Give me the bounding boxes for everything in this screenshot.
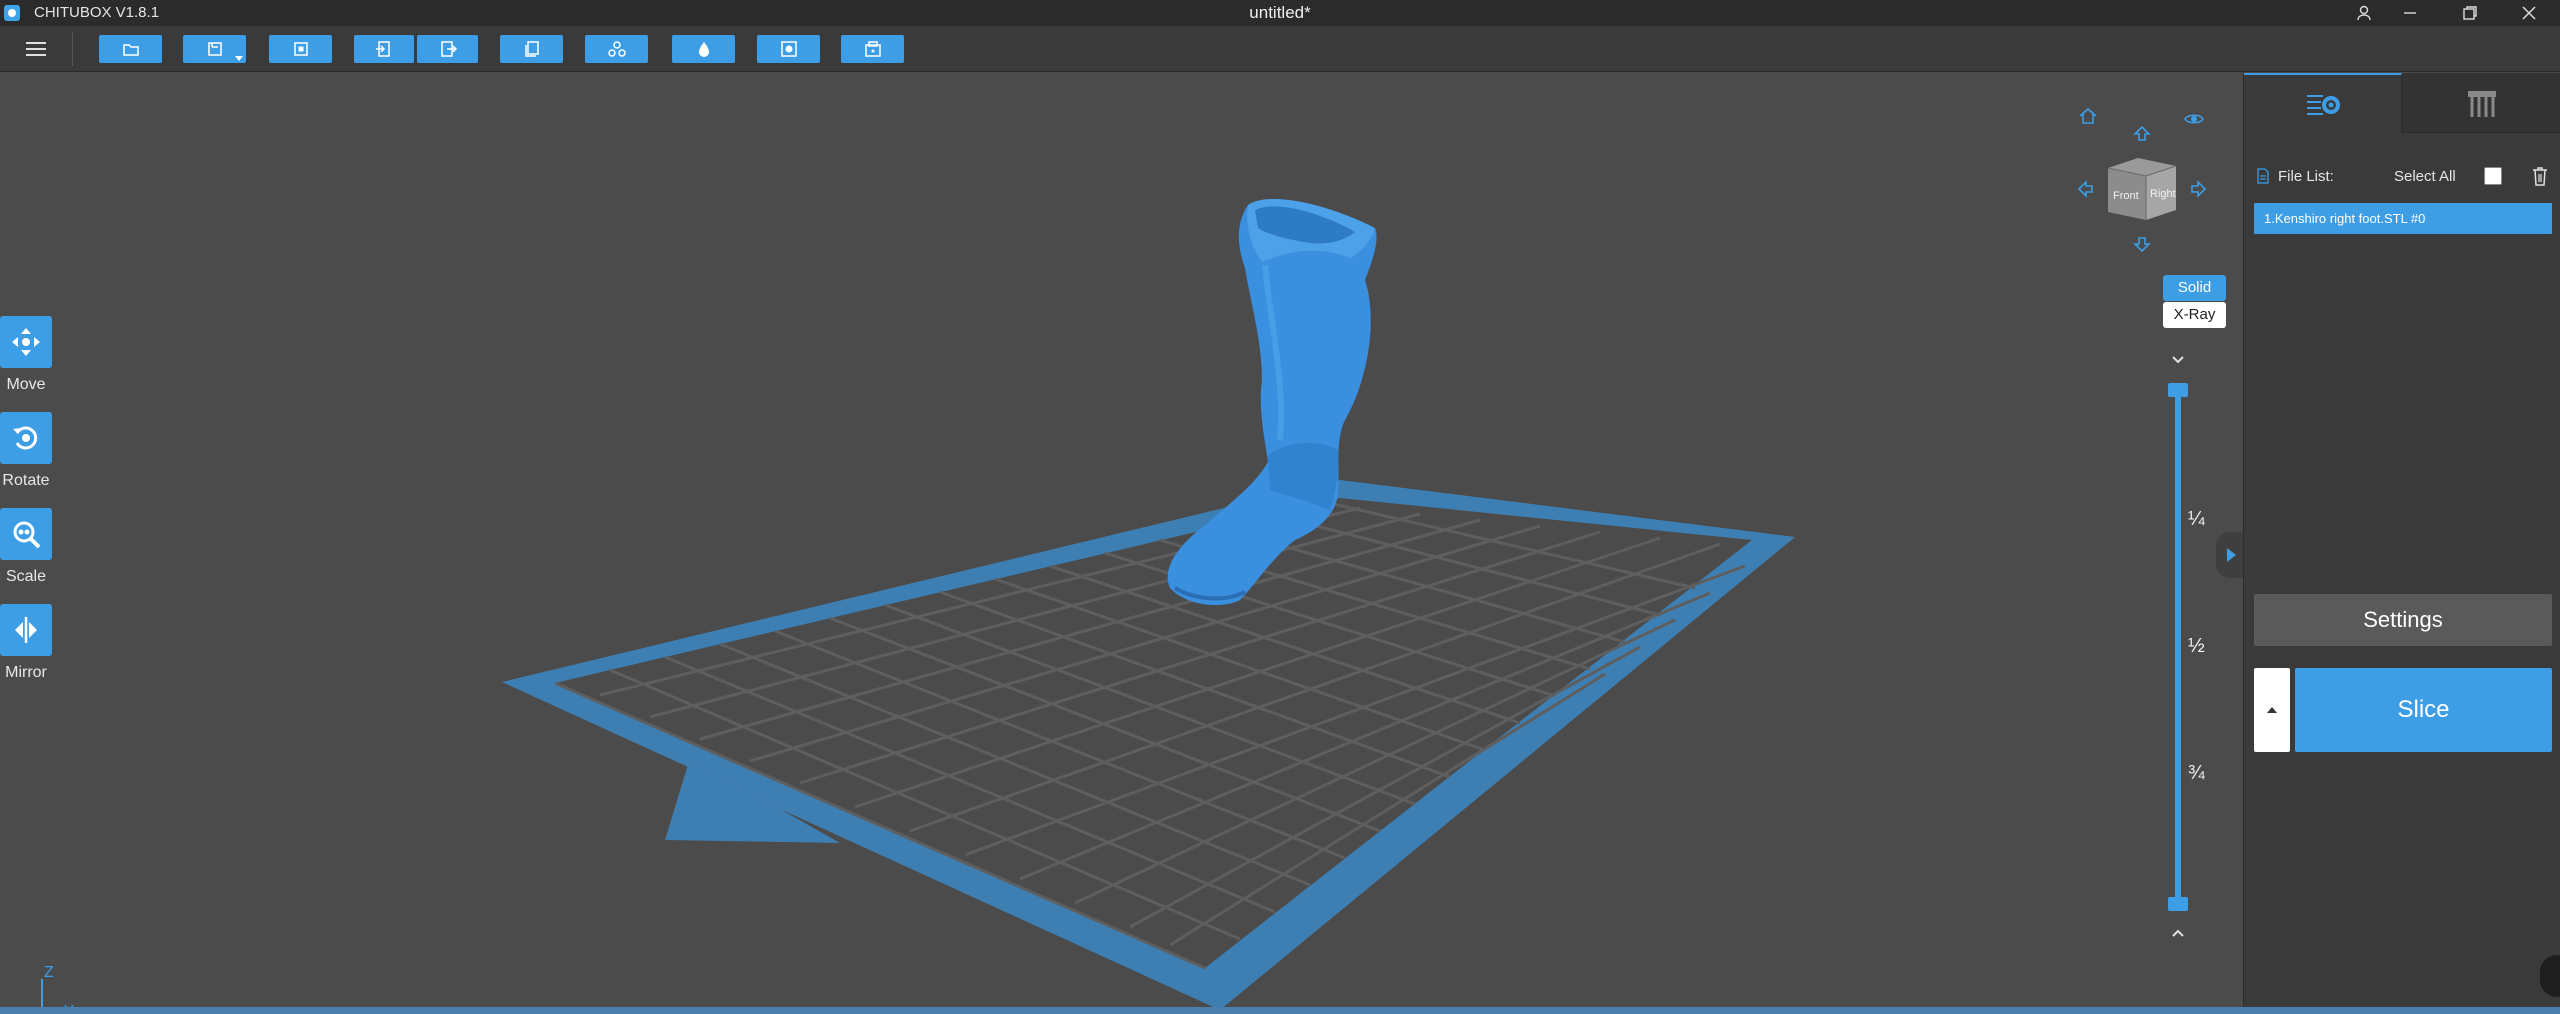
xray-view-button[interactable]: X-Ray [2163, 302, 2226, 328]
scene-canvas [502, 198, 1795, 1007]
layer-slider-bottom-handle[interactable] [2168, 897, 2188, 911]
slider-down-chevron-icon[interactable] [2168, 352, 2188, 368]
mirror-icon [15, 617, 37, 643]
slider-mark-quarter: ¼ [2188, 508, 2205, 530]
rotate-icon [13, 426, 38, 450]
scale-tool[interactable]: Scale [0, 508, 52, 586]
copy-button[interactable] [500, 35, 563, 63]
slider-mark-three-quarter: ¾ [2188, 762, 2205, 784]
rotate-tool[interactable]: Rotate [0, 412, 52, 490]
layer-slider-track[interactable] [2175, 385, 2181, 905]
collapse-panel-button[interactable] [2216, 532, 2246, 578]
tab-supports[interactable] [2402, 73, 2560, 133]
settings-button[interactable]: Settings [2254, 594, 2552, 646]
mirror-button[interactable] [0, 604, 52, 656]
axis-z-label: Z [44, 965, 54, 981]
home-view-icon[interactable] [2076, 104, 2100, 128]
slice-button[interactable]: Slice [2295, 668, 2552, 752]
view-top-arrow-icon[interactable] [2130, 122, 2154, 146]
save-icon [207, 42, 222, 56]
view-right-arrow-icon[interactable] [2186, 177, 2210, 201]
chevron-right-icon [2227, 548, 2236, 562]
file-list-header: File List: Select All [2256, 165, 2551, 189]
hamburger-menu-icon[interactable] [18, 36, 54, 62]
view-cube[interactable]: Front Right [2104, 154, 2180, 226]
file-icon [2257, 168, 2269, 184]
scale-button[interactable] [0, 508, 52, 560]
select-all-checkbox[interactable] [2484, 167, 2502, 185]
layout-button[interactable] [585, 35, 648, 63]
trash-icon[interactable] [2530, 165, 2550, 187]
select-all-label: Select All [2394, 168, 2456, 185]
layout-icon [607, 41, 626, 57]
toolbar-separator [72, 32, 73, 66]
fit-view-icon [293, 42, 308, 56]
file-list-item[interactable]: 1.Kenshiro right foot.STL #0 [2254, 203, 2552, 234]
move-tool[interactable]: Move [0, 316, 52, 394]
file-list-label: File List: [2278, 168, 2334, 185]
slider-mark-half: ½ [2188, 635, 2205, 657]
dig-hole-button[interactable] [757, 35, 820, 63]
layer-slider-top-handle[interactable] [2168, 383, 2188, 397]
copy-icon [524, 41, 539, 57]
user-icon[interactable] [2341, 0, 2387, 26]
mirror-tool[interactable]: Mirror [0, 604, 52, 682]
rotate-label: Rotate [2, 472, 50, 489]
3d-viewport[interactable]: Move Rotate Scale Mirror Z Y [0, 73, 2243, 1007]
print-box-icon [864, 41, 881, 57]
export-icon [440, 41, 457, 57]
hollow-icon [698, 42, 709, 57]
minimize-icon[interactable] [2387, 0, 2433, 26]
status-bar [0, 1007, 2560, 1014]
chitubox-window: CHITUBOX V1.8.1 untitled* Move Rotate Sc… [0, 0, 2560, 1014]
right-panel: File List: Select All 1.Kenshiro right f… [2243, 73, 2560, 1007]
chevron-down-icon [235, 56, 243, 61]
slider-up-chevron-icon[interactable] [2168, 925, 2188, 941]
print-box-button[interactable] [841, 35, 904, 63]
app-logo-icon [4, 5, 20, 21]
title-bar: CHITUBOX V1.8.1 untitled* [0, 0, 2560, 26]
view-cube-right: Right [2150, 188, 2176, 200]
axis-gizmo: Z Y X [41, 965, 74, 1007]
eye-view-icon[interactable] [2182, 107, 2206, 131]
mirror-label: Mirror [5, 664, 47, 681]
file-settings-icon [2306, 95, 2340, 115]
hollow-button[interactable] [672, 35, 735, 63]
main-toolbar [0, 26, 2560, 72]
open-folder-icon [122, 44, 139, 56]
view-left-arrow-icon[interactable] [2074, 177, 2098, 201]
chevron-up-icon [2267, 707, 2277, 713]
export-button[interactable] [417, 35, 478, 63]
app-name: CHITUBOX V1.8.1 [34, 4, 160, 21]
save-button[interactable] [183, 35, 246, 63]
fit-view-button[interactable] [269, 35, 332, 63]
move-label: Move [6, 376, 46, 393]
move-icon [12, 328, 40, 356]
panel-tabs [2244, 73, 2560, 133]
view-bottom-arrow-icon[interactable] [2130, 232, 2154, 256]
view-cube-front: Front [2113, 190, 2139, 202]
close-icon[interactable] [2506, 0, 2552, 26]
dig-hole-icon [780, 41, 797, 57]
import-button[interactable] [354, 35, 414, 63]
import-icon [376, 41, 390, 57]
move-button[interactable] [0, 316, 52, 368]
open-folder-button[interactable] [99, 35, 162, 63]
support-icon [2467, 90, 2496, 117]
rotate-button[interactable] [0, 412, 52, 464]
corner-floating-button[interactable] [2540, 955, 2560, 997]
scale-label: Scale [5, 568, 47, 585]
slice-options-toggle[interactable] [2254, 668, 2290, 752]
tab-file-settings[interactable] [2244, 73, 2402, 133]
document-title: untitled* [1249, 3, 1311, 22]
solid-view-button[interactable]: Solid [2163, 275, 2226, 301]
scale-icon [13, 521, 41, 549]
restore-icon[interactable] [2447, 0, 2493, 26]
